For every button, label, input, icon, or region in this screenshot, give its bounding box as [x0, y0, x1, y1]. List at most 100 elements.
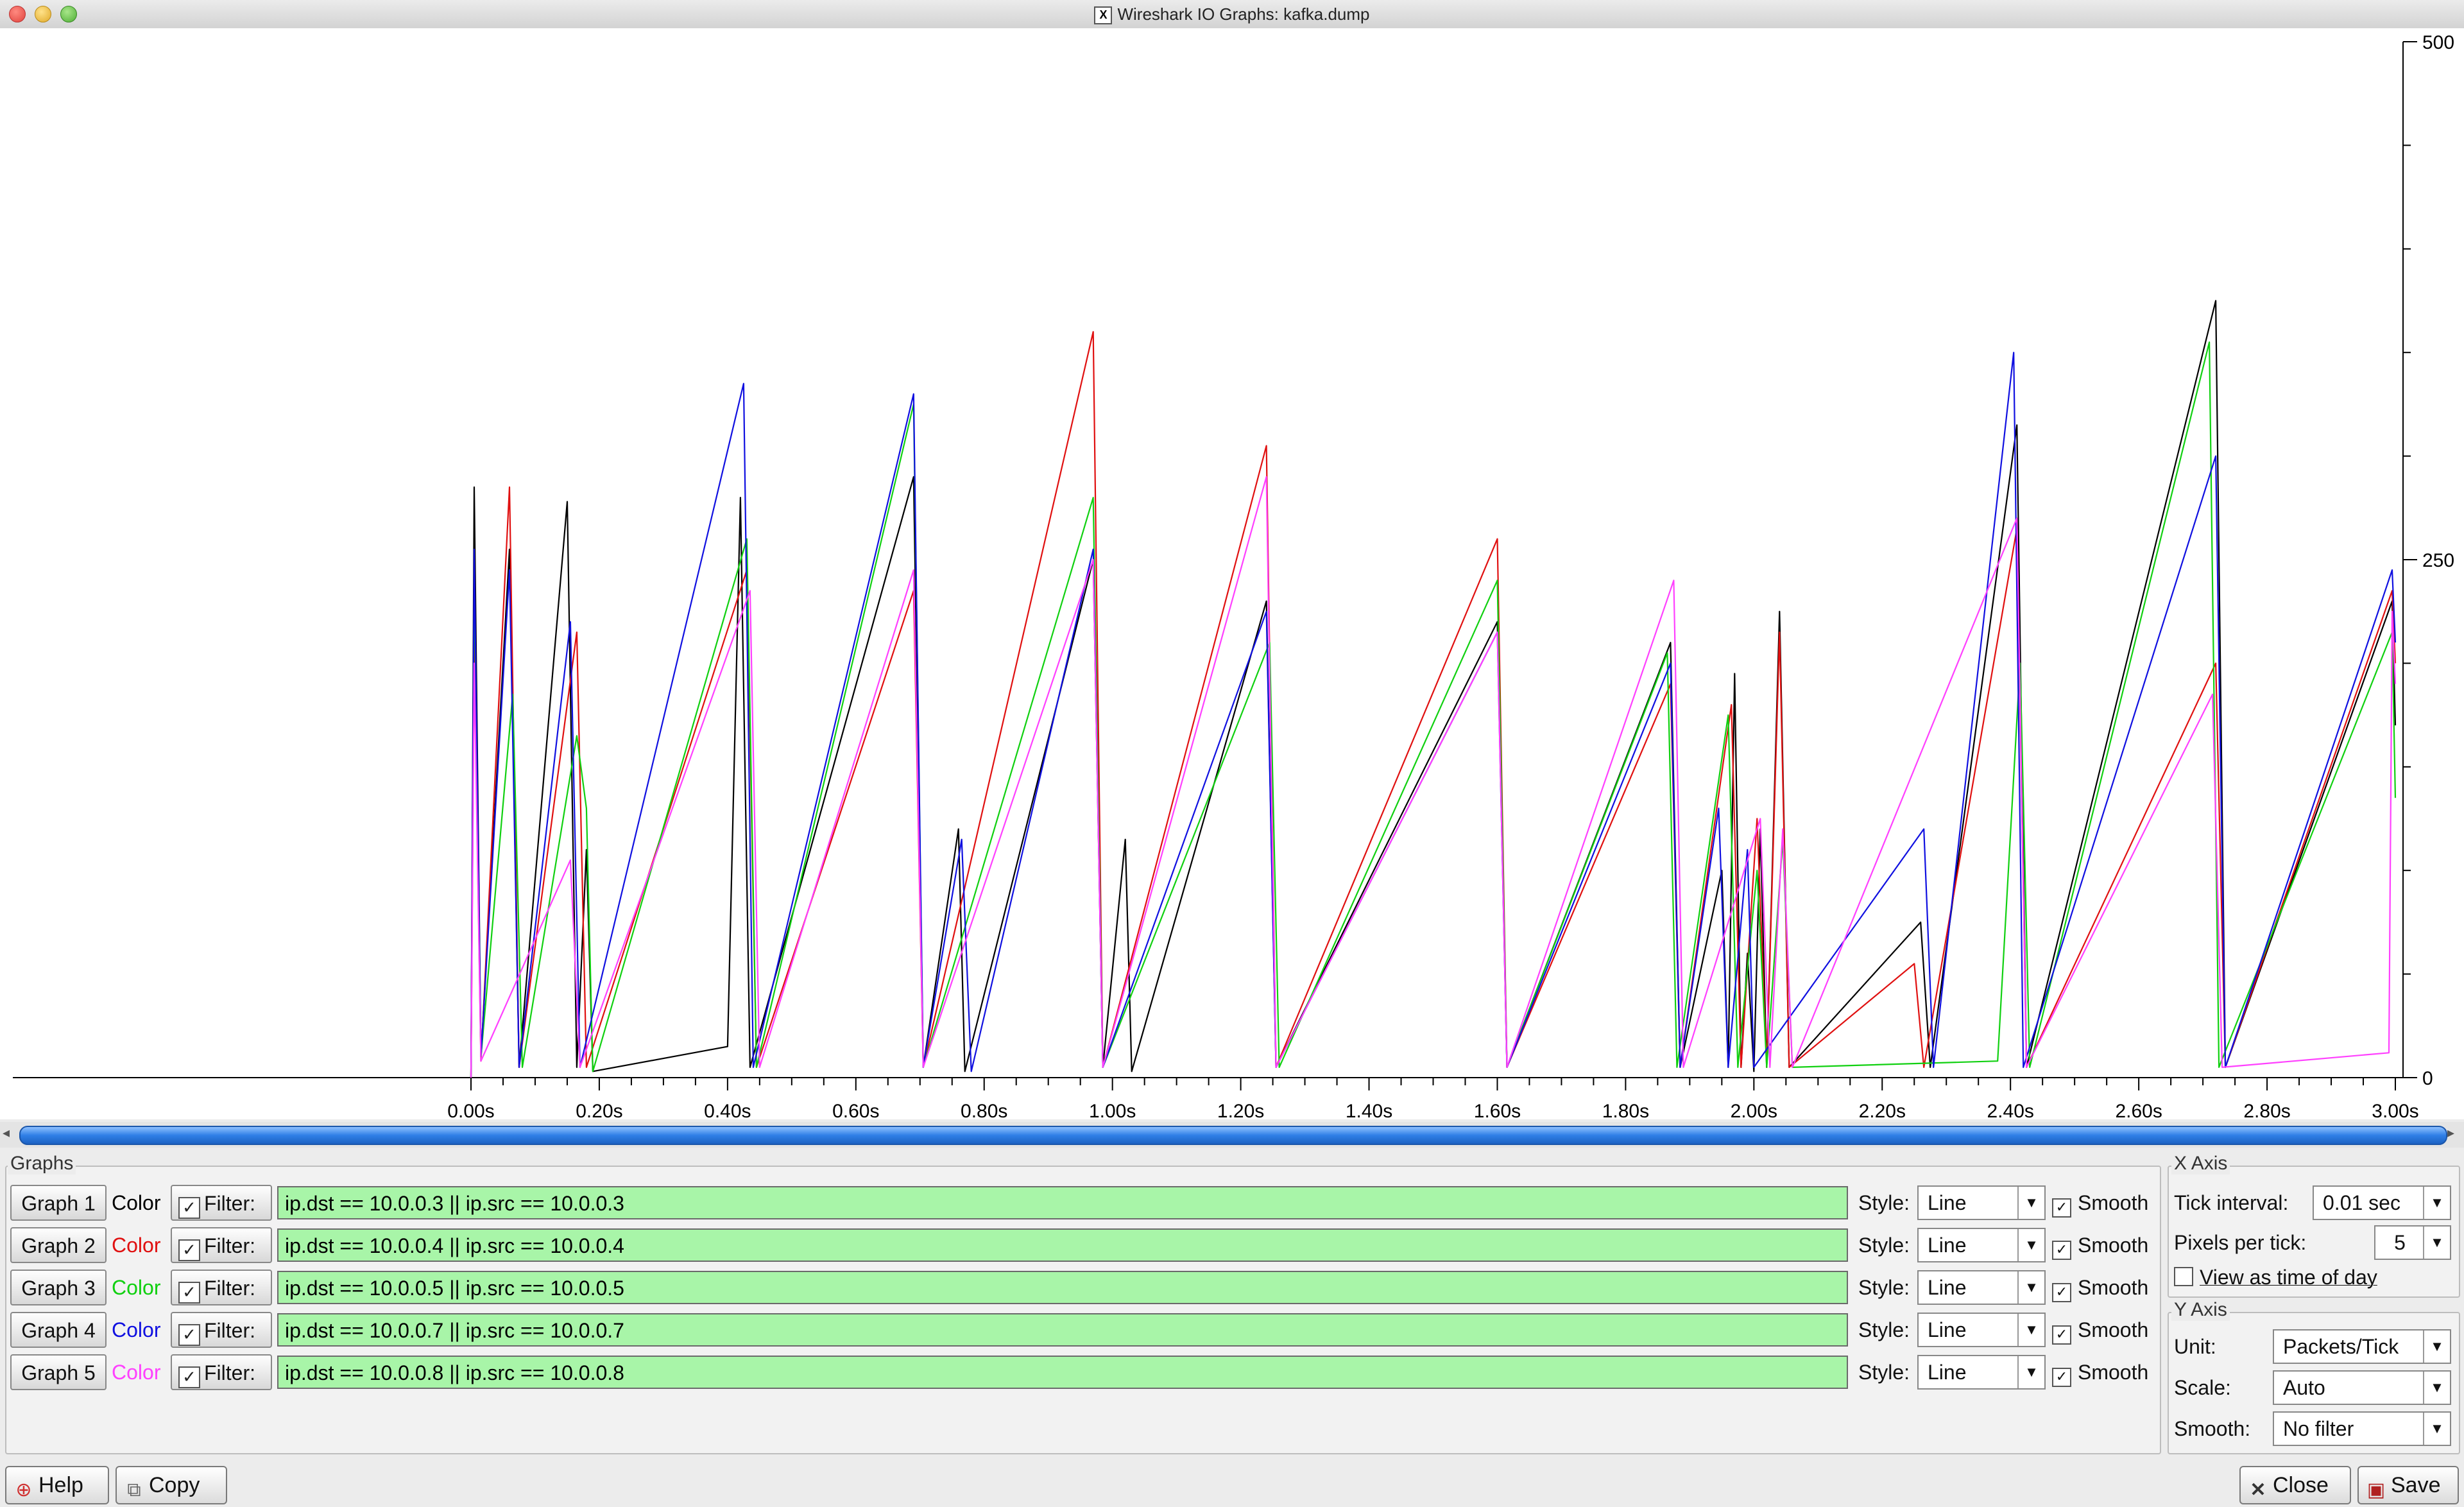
y-tick-label: 0 [2422, 1068, 2433, 1089]
chevron-down-icon: ▼ [2017, 1314, 2044, 1346]
graph-1-button[interactable]: Graph 1 [10, 1185, 107, 1221]
graph-5-color-label[interactable]: Color [112, 1354, 160, 1390]
graph-2-filter-label: Filter: [204, 1234, 255, 1257]
pixels-per-tick-value: 5 [2394, 1231, 2406, 1254]
graph-3-filter-label: Filter: [204, 1277, 255, 1300]
y-smooth-value: No filter [2283, 1417, 2354, 1440]
y-smooth-label: Smooth: [2174, 1417, 2251, 1440]
save-button[interactable]: ▣ Save [2357, 1466, 2459, 1504]
io-graph-plot: 0.00s 0.20s 0.40s 0.60s 0.80s 1.00s 1.20s 1.40s… [0, 28, 2464, 1119]
scrollbar-thumb[interactable] [19, 1126, 2447, 1145]
graph-4-filter-input[interactable]: ip.dst == 10.0.0.7 || ip.src == 10.0.0.7 [277, 1313, 1848, 1347]
x-axis-group-label: X Axis [2171, 1153, 2230, 1175]
tick-interval-select[interactable]: 0.01 sec ▼ [2313, 1185, 2451, 1220]
graph-3-style-select[interactable]: Line ▼ [1917, 1270, 2046, 1305]
graph-5-filter-input[interactable]: ip.dst == 10.0.0.8 || ip.src == 10.0.0.8 [277, 1356, 1848, 1389]
graph-1-filter-button[interactable]: ✓ Filter: [171, 1185, 272, 1221]
graph-2-style-select[interactable]: Line ▼ [1917, 1228, 2046, 1262]
copy-button[interactable]: ⧉ Copy [116, 1466, 227, 1504]
graph-1-filter-input[interactable]: ip.dst == 10.0.0.3 || ip.src == 10.0.0.3 [277, 1186, 1848, 1219]
help-button[interactable]: ⊕ Help [5, 1466, 109, 1504]
checkbox-checked-icon: ✓ [2052, 1283, 2071, 1302]
graph-4-filter-button[interactable]: ✓ Filter: [171, 1312, 272, 1348]
chevron-down-icon: ▼ [2423, 1372, 2450, 1404]
graph-3-filter-button[interactable]: ✓ Filter: [171, 1270, 272, 1305]
graph-5-button[interactable]: Graph 5 [10, 1354, 107, 1390]
graph-4-filter-label: Filter: [204, 1319, 255, 1342]
close-button[interactable]: ✕ Close [2239, 1466, 2351, 1504]
copy-icon: ⧉ [127, 1479, 141, 1501]
graph-5-filter-button[interactable]: ✓ Filter: [171, 1354, 272, 1390]
scroll-left-arrow-icon[interactable]: ◂ [3, 1124, 10, 1141]
pixels-per-tick-select[interactable]: 5 ▼ [2374, 1225, 2451, 1260]
x-tick-label: 0.00s [447, 1101, 494, 1119]
x-tick-label: 2.60s [2115, 1101, 2162, 1119]
y-tick-label: 250 [2422, 550, 2454, 571]
x-tick-label: 2.80s [2243, 1101, 2290, 1119]
graph-4-style-value: Line [1928, 1318, 1967, 1341]
series-1-line [470, 300, 2397, 1078]
filter-checkmark-icon: ✓ [178, 1282, 200, 1304]
series-5-line [470, 476, 2397, 1078]
y-tick-label: 500 [2422, 32, 2454, 53]
graph-3-filter-input[interactable]: ip.dst == 10.0.0.5 || ip.src == 10.0.0.5 [277, 1271, 1848, 1304]
filter-checkmark-icon: ✓ [178, 1366, 200, 1388]
scale-label: Scale: [2174, 1376, 2231, 1399]
graph-1-style-select[interactable]: Line ▼ [1917, 1185, 2046, 1220]
tick-interval-label: Tick interval: [2174, 1191, 2289, 1214]
checkbox-checked-icon: ✓ [2052, 1325, 2071, 1345]
graph-1-style-label: Style: [1858, 1191, 1910, 1214]
filter-checkmark-icon: ✓ [178, 1324, 200, 1346]
graph-3-smooth-label: Smooth [2078, 1276, 2149, 1299]
graph-1-color-label[interactable]: Color [112, 1185, 160, 1221]
graph-4-color-label[interactable]: Color [112, 1312, 160, 1348]
graph-2-filter-input[interactable]: ip.dst == 10.0.0.4 || ip.src == 10.0.0.4 [277, 1228, 1848, 1262]
graph-4-button[interactable]: Graph 4 [10, 1312, 107, 1348]
graph-4-smooth-checkbox[interactable]: ✓ Smooth [2052, 1312, 2148, 1348]
window-title-wrap: X Wireshark IO Graphs: kafka.dump [0, 0, 2464, 28]
graph-5-style-value: Line [1928, 1361, 1967, 1384]
scale-select[interactable]: Auto ▼ [2273, 1370, 2451, 1405]
series-3-line [470, 341, 2397, 1078]
pixels-per-tick-label: Pixels per tick: [2174, 1231, 2307, 1254]
checkbox-unchecked-icon [2174, 1267, 2193, 1286]
graph-3-style-label: Style: [1858, 1276, 1910, 1299]
graph-2-style-label: Style: [1858, 1234, 1910, 1257]
unit-label: Unit: [2174, 1335, 2216, 1358]
graph-2-button[interactable]: Graph 2 [10, 1227, 107, 1263]
unit-select[interactable]: Packets/Tick ▼ [2273, 1329, 2451, 1364]
scroll-right-arrow-icon[interactable]: ▸ [2447, 1124, 2454, 1141]
x-tick-label: 0.80s [961, 1101, 1007, 1119]
graph-3-color-label[interactable]: Color [112, 1270, 160, 1305]
title-bar: X Wireshark IO Graphs: kafka.dump [0, 0, 2464, 30]
graph-3-smooth-checkbox[interactable]: ✓ Smooth [2052, 1270, 2148, 1305]
graph-2-style-value: Line [1928, 1234, 1967, 1257]
graph-1-style-value: Line [1928, 1191, 1967, 1214]
y-smooth-select[interactable]: No filter ▼ [2273, 1411, 2451, 1446]
x-tick-label: 2.40s [1987, 1101, 2034, 1119]
graph-5-smooth-checkbox[interactable]: ✓ Smooth [2052, 1354, 2148, 1390]
graph-3-button[interactable]: Graph 3 [10, 1270, 107, 1305]
checkbox-checked-icon: ✓ [2052, 1198, 2071, 1218]
io-graph-chart: 0.00s 0.20s 0.40s 0.60s 0.80s 1.00s 1.20s 1.40s… [13, 32, 2454, 1119]
filter-checkmark-icon: ✓ [178, 1197, 200, 1219]
graph-1-smooth-checkbox[interactable]: ✓ Smooth [2052, 1185, 2148, 1221]
chevron-down-icon: ▼ [2423, 1227, 2450, 1259]
graph-5-style-select[interactable]: Line ▼ [1917, 1355, 2046, 1390]
x-tick-label: 1.60s [1474, 1101, 1521, 1119]
chevron-down-icon: ▼ [2423, 1187, 2450, 1219]
x-tick-label: 0.40s [704, 1101, 751, 1119]
graph-2-color-label[interactable]: Color [112, 1227, 160, 1263]
x-tick-label: 0.20s [576, 1101, 622, 1119]
chevron-down-icon: ▼ [2423, 1413, 2450, 1445]
graph-4-style-select[interactable]: Line ▼ [1917, 1313, 2046, 1347]
view-time-of-day-checkbox[interactable]: View as time of day [2174, 1259, 2377, 1295]
graph-2-filter-button[interactable]: ✓ Filter: [171, 1227, 272, 1263]
x-tick-label: 1.20s [1217, 1101, 1264, 1119]
x-tick-label: 1.80s [1602, 1101, 1649, 1119]
graph-3-style-value: Line [1928, 1276, 1967, 1299]
tick-interval-value: 0.01 sec [2323, 1191, 2400, 1214]
unit-value: Packets/Tick [2283, 1335, 2399, 1358]
chevron-down-icon: ▼ [2017, 1271, 2044, 1304]
graph-2-smooth-checkbox[interactable]: ✓ Smooth [2052, 1227, 2148, 1263]
